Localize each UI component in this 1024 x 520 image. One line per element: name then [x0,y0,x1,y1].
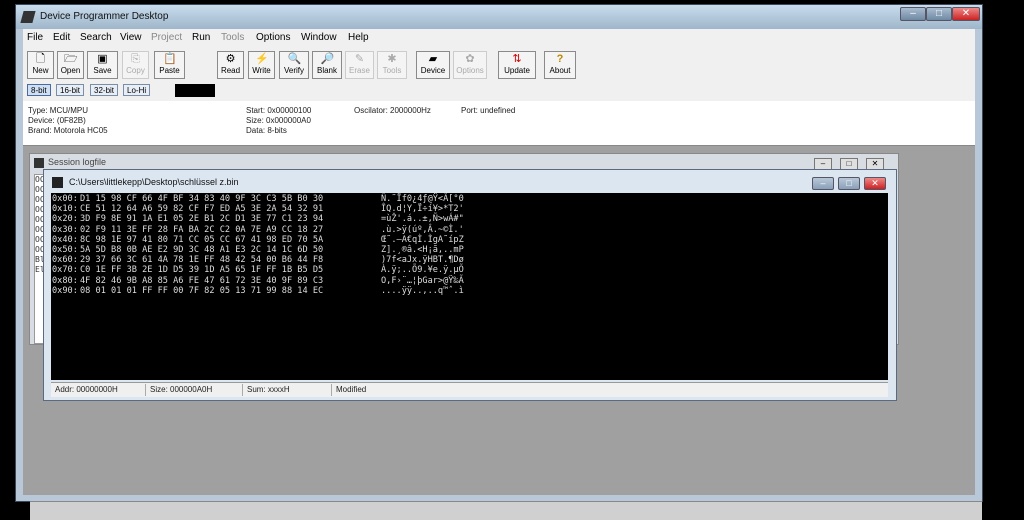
read-icon: ⚙ [225,53,236,65]
menu-edit[interactable]: Edit [53,32,70,43]
status-checksum: Sum: xxxxH [247,385,290,394]
bit-width-bar: 8-bit 16-bit 32-bit Lo-Hi [23,80,975,102]
menu-bar: File Edit Search View Project Run Tools … [23,29,975,47]
hex-window-title[interactable]: C:\Users\littlekepp\Desktop\schlüssel z.… [52,177,239,189]
log-window-icon [34,157,44,168]
hex-row: 0x90: 08 01 01 01 FF FF 00 7F 82 05 13 71… [52,285,464,296]
device-type: Type: MCU/MPU [28,106,89,115]
hex-row: 0x70: C0 1E FF 3B 2E 1D D5 39 1D A5 65 1F… [52,265,464,276]
oscillator-frequency: Oscilator: 2000000Hz [354,106,431,115]
bit-8-button[interactable]: 8-bit [27,84,51,96]
bit-32-button[interactable]: 32-bit [90,84,119,96]
open-file-icon: 🗁 [64,53,78,65]
blank-check-icon: 🔎 [320,53,335,65]
menu-window[interactable]: Window [301,32,337,43]
status-separator [331,384,332,396]
main-status-bar [30,501,982,520]
main-window: Device Programmer Desktop – □ ✕ File Edi… [15,4,983,520]
update-arrows-icon: ⇅ [512,53,522,65]
hex-maximize-button[interactable]: □ [838,177,860,190]
hex-status-bar: Addr: 00000000H Size: 000000A0H Sum: xxx… [51,382,888,397]
lo-hi-button[interactable]: Lo-Hi [123,84,151,96]
toolbar: 🗋 New 🗁 Open ▣ Save ⎘ Copy 📋 Paste ⚙ Read ⚡ Wri… [23,46,975,81]
start-address: Start: 0x00000100 [246,106,312,115]
menu-tools[interactable]: Tools [221,32,244,43]
options-button[interactable]: ✿ Options [453,51,487,79]
menu-file[interactable]: File [27,32,43,43]
hex-row: 0x10: CE 51 12 64 A6 59 82 CF F7 ED A5 3E… [52,204,464,215]
close-button[interactable]: ✕ [952,7,980,21]
open-button[interactable]: 🗁 Open [57,51,84,79]
menu-help[interactable]: Help [348,32,369,43]
device-info-panel: Type: MCU/MPU Device: (0F82B) Brand: Mot… [23,101,975,146]
device-button[interactable]: ▰ Device [416,51,450,79]
hex-row: 0x60: 29 37 66 3C 61 4A 78 1E FF 48 42 54… [52,255,464,266]
minimize-button[interactable]: – [900,7,926,21]
hex-row: 0x40: 8C 98 1E 97 41 80 71 CC 05 CC 67 41… [52,234,464,245]
copy-icon: ⎘ [131,53,140,65]
update-button[interactable]: ⇅ Update [498,51,536,79]
progress-indicator [175,84,215,97]
verify-button[interactable]: 🔍 Verify [279,51,309,79]
paste-icon: 📋 [163,53,177,65]
save-button[interactable]: ▣ Save [87,51,118,79]
hex-window-icon [52,177,63,189]
about-button[interactable]: ? About [544,51,576,79]
paste-button[interactable]: 📋 Paste [154,51,185,79]
write-button[interactable]: ⚡ Write [248,51,275,79]
hex-row: 0x30: 02 F9 11 3E FF 28 FA BA 2C C2 0A 7E… [52,224,464,235]
bit-16-button[interactable]: 16-bit [56,84,85,96]
window-titlebar[interactable]: Device Programmer Desktop – □ ✕ [16,5,982,29]
hex-minimize-button[interactable]: – [812,177,834,190]
read-button[interactable]: ⚙ Read [217,51,244,79]
status-size: Size: 000000A0H [150,385,213,394]
erase-button[interactable]: ✎ Erase [345,51,374,79]
device-name: Device: (0F82B) [28,116,86,125]
tools-button[interactable]: ✱ Tools [377,51,407,79]
hex-row: 0x00: D1 15 98 CF 66 4F BF 34 83 40 9F 3C… [52,194,464,204]
mdi-client: File Edit Search View Project Run Tools … [23,29,982,520]
erase-icon: ✎ [354,53,365,65]
menu-project[interactable]: Project [151,32,182,43]
new-button[interactable]: 🗋 New [27,51,54,79]
data-width: Data: 8-bits [246,126,287,135]
status-address: Addr: 00000000H [55,385,118,394]
hex-close-button[interactable]: ✕ [864,177,886,190]
tools-icon: ✱ [387,53,397,65]
maximize-button[interactable]: □ [926,7,952,21]
port-info: Port: undefined [461,106,516,115]
options-icon: ✿ [465,53,475,65]
chip-icon: ▰ [428,53,438,65]
status-separator [242,384,243,396]
new-file-icon: 🗋 [36,53,45,65]
hex-editor-window: C:\Users\littlekepp\Desktop\schlüssel z.… [43,169,897,401]
status-modified: Modified [336,385,367,394]
window-title: Device Programmer Desktop [40,11,169,22]
menu-view[interactable]: View [120,32,142,43]
write-lightning-icon: ⚡ [255,53,269,65]
hex-row: 0x50: 5A 5D B8 0B AE E2 9D 3C 48 A1 E3 2C… [52,244,464,255]
menu-run[interactable]: Run [192,32,210,43]
status-separator [145,384,146,396]
buffer-size: Size: 0x000000A0 [246,116,311,125]
menu-options[interactable]: Options [256,32,290,43]
verify-magnifier-icon: 🔍 [287,53,302,65]
hex-row: 0x80: 4F 82 46 9B A8 85 A6 FE 47 61 72 3E… [52,275,464,286]
hex-row: 0x20: 3D F9 8E 91 1A E1 05 2E B1 2C D1 3E… [52,214,464,225]
hex-dump-view[interactable]: 0x00: D1 15 98 CF 66 4F BF 34 83 40 9F 3C… [51,193,888,380]
menu-search[interactable]: Search [80,32,112,43]
save-icon: ▣ [97,53,108,65]
log-title: Session logfile [34,157,106,168]
blank-button[interactable]: 🔎 Blank [312,51,342,79]
copy-button[interactable]: ⎘ Copy [122,51,149,79]
device-brand: Brand: Motorola HC05 [28,126,108,135]
help-question-icon: ? [556,53,564,65]
app-icon [20,11,36,23]
